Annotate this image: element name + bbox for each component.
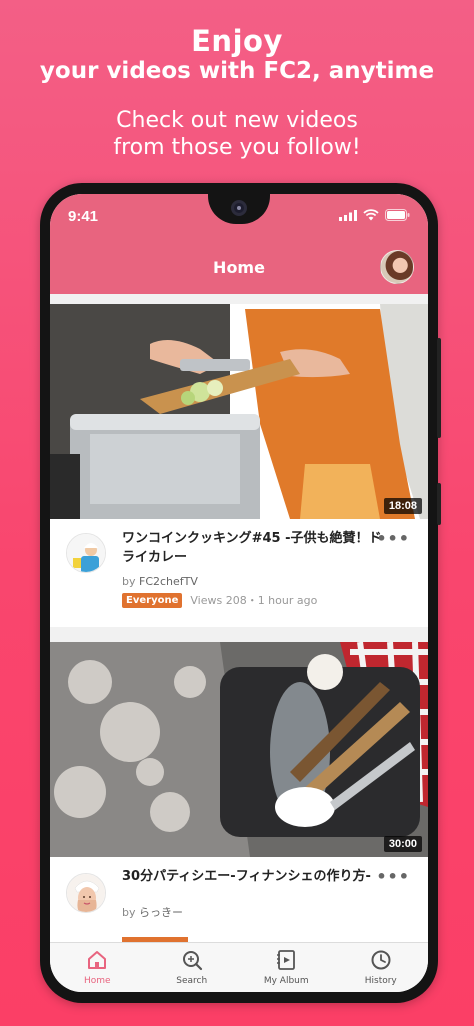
- rating-badge: Everyone: [122, 592, 183, 608]
- more-options-icon[interactable]: •••: [376, 867, 410, 886]
- video-feed[interactable]: 18:08 ワンコインクッキング#45 -子供も絶賛！ドライカレー ••• by: [50, 294, 428, 942]
- view-count: Views 208: [190, 594, 247, 607]
- posted-time: 1 hour ago: [257, 594, 318, 607]
- promo-subheadline: your videos with FC2, anytime: [39, 58, 435, 84]
- channel-avatar[interactable]: [66, 533, 106, 573]
- status-icons: [339, 209, 410, 221]
- video-thumbnail[interactable]: 30:00: [50, 642, 428, 857]
- tab-label: Home: [83, 976, 111, 986]
- more-options-icon[interactable]: •••: [376, 529, 410, 548]
- history-icon: [371, 950, 391, 970]
- video-card-info[interactable]: 30分パティシエー-フィナンシェの作り方- ••• by らっきー: [50, 857, 428, 942]
- search-icon: [182, 951, 202, 971]
- tab-my-album[interactable]: My Album: [239, 943, 334, 992]
- signal-icon: [339, 209, 357, 221]
- video-card-info[interactable]: ワンコインクッキング#45 -子供も絶賛！ドライカレー ••• by FC2ch…: [50, 519, 428, 627]
- video-duration: 18:08: [383, 498, 422, 514]
- volume-button: [437, 483, 441, 525]
- channel-byline[interactable]: by FC2chefTV: [122, 575, 198, 588]
- bottom-tab-bar: Home Search My Album History: [50, 942, 428, 992]
- tab-home[interactable]: Home: [50, 943, 145, 992]
- video-duration: 30:00: [383, 836, 422, 852]
- tab-label: History: [364, 976, 397, 986]
- video-thumbnail[interactable]: 18:08: [50, 304, 428, 519]
- video-title[interactable]: 30分パティシエー-フィナンシェの作り方-: [122, 867, 384, 886]
- power-button: [437, 338, 441, 438]
- byline-prefix: by: [122, 906, 136, 919]
- baking-photo: [50, 642, 428, 857]
- phone-frame: 9:41 Home 18:08 ワンコインクッキング#45 -子供も絶賛！ドライ…: [40, 183, 441, 1003]
- page-title: Home: [213, 258, 265, 277]
- tab-search[interactable]: Search: [145, 943, 240, 992]
- front-camera: [231, 200, 247, 216]
- channel-name[interactable]: FC2chefTV: [139, 575, 198, 588]
- tab-label: My Album: [263, 976, 309, 986]
- tab-label: Search: [176, 976, 208, 986]
- cooking-photo: [50, 304, 428, 519]
- battery-icon: [385, 209, 410, 221]
- status-time: 9:41: [68, 208, 99, 225]
- album-icon: [277, 950, 296, 970]
- promo-caption-line-2: from those you follow!: [113, 135, 361, 160]
- meta-separator: ・: [246, 594, 258, 607]
- channel-byline[interactable]: by らっきー: [122, 904, 183, 920]
- app-bar: Home: [50, 242, 428, 294]
- promo-headline: Enjoy: [191, 24, 283, 58]
- video-meta: Everyone Views 208・1 hour ago: [122, 592, 317, 608]
- home-icon: [88, 951, 107, 969]
- video-title[interactable]: ワンコインクッキング#45 -子供も絶賛！ドライカレー: [122, 529, 384, 567]
- tab-history[interactable]: History: [334, 943, 429, 992]
- wifi-icon: [363, 209, 379, 221]
- channel-avatar[interactable]: [66, 873, 106, 913]
- user-avatar[interactable]: [380, 250, 414, 284]
- phone-screen: 9:41 Home 18:08 ワンコインクッキング#45 -子供も絶賛！ドライ…: [50, 194, 428, 992]
- promo-caption-line-1: Check out new videos: [116, 108, 358, 133]
- byline-prefix: by: [122, 575, 136, 588]
- channel-name[interactable]: らっきー: [139, 906, 183, 919]
